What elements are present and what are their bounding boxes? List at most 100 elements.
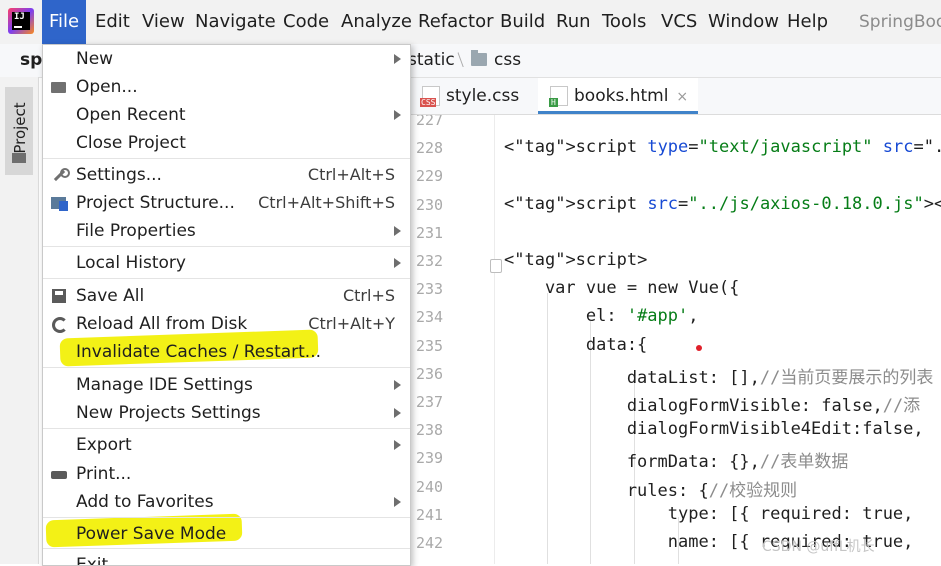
menu-item-invalidate-caches[interactable]: Invalidate Caches / Restart... xyxy=(43,338,410,366)
line-number: 233 xyxy=(416,280,444,299)
submenu-arrow-icon xyxy=(394,258,401,268)
line-number: 236 xyxy=(416,364,444,383)
indent-guide xyxy=(590,321,591,564)
submenu-arrow-icon xyxy=(394,226,401,236)
menu-vcs[interactable]: VCS xyxy=(661,10,697,34)
submenu-arrow-icon xyxy=(394,380,401,390)
code-line[interactable]: dialogFormVisible4Edit:false, xyxy=(504,419,924,439)
menu-separator xyxy=(43,246,410,247)
wrench-icon xyxy=(51,167,70,183)
code-line[interactable]: var vue = new Vue({ xyxy=(504,278,739,298)
project-structure-icon xyxy=(51,195,68,211)
menu-item-close-project[interactable]: Close Project xyxy=(43,129,410,157)
editor-tab-bar: CSS style.css Hbooks.html × xyxy=(410,78,941,115)
folder-icon xyxy=(471,50,487,66)
menu-separator xyxy=(43,367,410,368)
code-line[interactable]: type: [{ required: true, xyxy=(504,504,914,524)
fold-marker-icon[interactable] xyxy=(490,259,502,273)
menu-build[interactable]: Build xyxy=(500,10,545,34)
line-number: 227 xyxy=(416,115,444,129)
code-line[interactable]: <"tag">script src="../js/axios-0.18.0.js… xyxy=(504,194,941,214)
code-line[interactable]: el: '#app', xyxy=(504,306,699,326)
project-tool-window-tab[interactable]: Project xyxy=(5,87,33,175)
menu-item-open-recent[interactable]: Open Recent xyxy=(43,101,410,129)
close-icon[interactable]: × xyxy=(676,89,688,105)
breadcrumb-static[interactable]: static xyxy=(408,44,455,77)
code-line[interactable]: formData: {},//表单数据 xyxy=(504,447,849,472)
line-number: 238 xyxy=(416,421,444,440)
line-number: 241 xyxy=(416,505,444,524)
menu-navigate[interactable]: Navigate xyxy=(195,10,276,34)
line-number: 235 xyxy=(416,336,444,355)
tab-books-html[interactable]: Hbooks.html × xyxy=(538,78,699,114)
project-folder-icon xyxy=(12,153,26,163)
menu-item-add-to-favorites[interactable]: Add to Favorites xyxy=(43,488,410,516)
menu-separator xyxy=(43,548,410,549)
submenu-arrow-icon xyxy=(394,440,401,450)
line-number: 237 xyxy=(416,393,444,411)
code-editor[interactable]: 227 228 <"tag">script type="text/javascrip… xyxy=(410,115,941,564)
submenu-arrow-icon xyxy=(394,408,401,418)
watermark: CSDN @uffL机长 xyxy=(762,539,875,555)
menu-code[interactable]: Code xyxy=(283,10,329,34)
code-line[interactable]: dialogFormVisible: false,//添 xyxy=(504,391,920,416)
menu-tools[interactable]: Tools xyxy=(602,10,646,34)
menu-item-manage-ide-settings[interactable]: Manage IDE Settings xyxy=(43,371,410,399)
submenu-arrow-icon xyxy=(394,497,401,507)
line-number: 232 xyxy=(416,252,444,270)
menu-item-settings[interactable]: Settings... Ctrl+Alt+S xyxy=(43,161,410,189)
code-line[interactable]: data:{ xyxy=(504,335,647,355)
menu-separator xyxy=(43,428,410,429)
menu-separator xyxy=(43,517,410,518)
submenu-arrow-icon xyxy=(394,54,401,64)
menu-item-print[interactable]: Print... xyxy=(43,460,410,488)
menu-edit[interactable]: Edit xyxy=(95,10,130,34)
line-number: 242 xyxy=(416,534,444,552)
line-number: 230 xyxy=(416,195,444,214)
menu-window[interactable]: Window xyxy=(708,10,779,34)
menu-bar: IJ File Edit View Navigate Code Analyze … xyxy=(0,0,941,44)
code-line[interactable]: <"tag">script> xyxy=(504,250,647,270)
submenu-arrow-icon xyxy=(394,110,401,120)
tab-label: books.html xyxy=(574,86,669,106)
menu-file[interactable]: File xyxy=(42,0,86,44)
menu-item-new-projects-settings[interactable]: New Projects Settings xyxy=(43,399,410,427)
reload-icon xyxy=(51,316,68,333)
folder-open-icon xyxy=(51,79,67,95)
menu-item-open[interactable]: Open... xyxy=(43,73,410,101)
code-line[interactable]: dataList: [],//当前页要展示的列表 xyxy=(504,363,934,388)
tab-label: style.css xyxy=(446,86,520,106)
breakpoint-marker-icon xyxy=(696,345,702,351)
breadcrumb-css[interactable]: css xyxy=(494,44,521,77)
tab-style-css[interactable]: CSS style.css xyxy=(420,78,520,114)
menu-separator xyxy=(43,158,410,159)
project-title: SpringBoo xyxy=(859,12,941,32)
intellij-logo-icon: IJ xyxy=(8,8,34,34)
html-file-icon: H xyxy=(549,86,568,107)
line-number: 240 xyxy=(416,477,444,496)
code-line[interactable]: rules: {//校验规则 xyxy=(504,476,797,501)
line-number: 228 xyxy=(416,139,444,158)
menu-item-file-properties[interactable]: File Properties xyxy=(43,217,410,245)
menu-item-project-structure[interactable]: Project Structure... Ctrl+Alt+Shift+S xyxy=(43,189,410,217)
menu-item-reload-all[interactable]: Reload All from Disk Ctrl+Alt+Y xyxy=(43,310,410,338)
file-menu-dropdown: New Open... Open Recent Close Project Se… xyxy=(42,44,411,566)
menu-analyze[interactable]: Analyze xyxy=(341,10,412,34)
menu-view[interactable]: View xyxy=(142,10,185,34)
menu-refactor[interactable]: Refactor xyxy=(418,10,494,34)
menu-run[interactable]: Run xyxy=(556,10,591,34)
menu-item-local-history[interactable]: Local History xyxy=(43,249,410,277)
menu-item-save-all[interactable]: Save All Ctrl+S xyxy=(43,282,410,310)
menu-item-export[interactable]: Export xyxy=(43,431,410,459)
save-icon xyxy=(51,288,67,304)
menu-help[interactable]: Help xyxy=(787,10,828,34)
line-number: 231 xyxy=(416,223,444,242)
menu-separator xyxy=(43,278,410,279)
code-line[interactable]: <"tag">script type="text/javascript" src… xyxy=(504,137,941,157)
menu-item-power-save-mode[interactable]: Power Save Mode xyxy=(43,520,410,548)
menu-item-new[interactable]: New xyxy=(43,45,410,73)
line-number: 234 xyxy=(416,308,444,327)
css-file-icon: CSS xyxy=(420,86,440,107)
line-number: 239 xyxy=(416,449,444,468)
print-icon xyxy=(51,466,67,482)
